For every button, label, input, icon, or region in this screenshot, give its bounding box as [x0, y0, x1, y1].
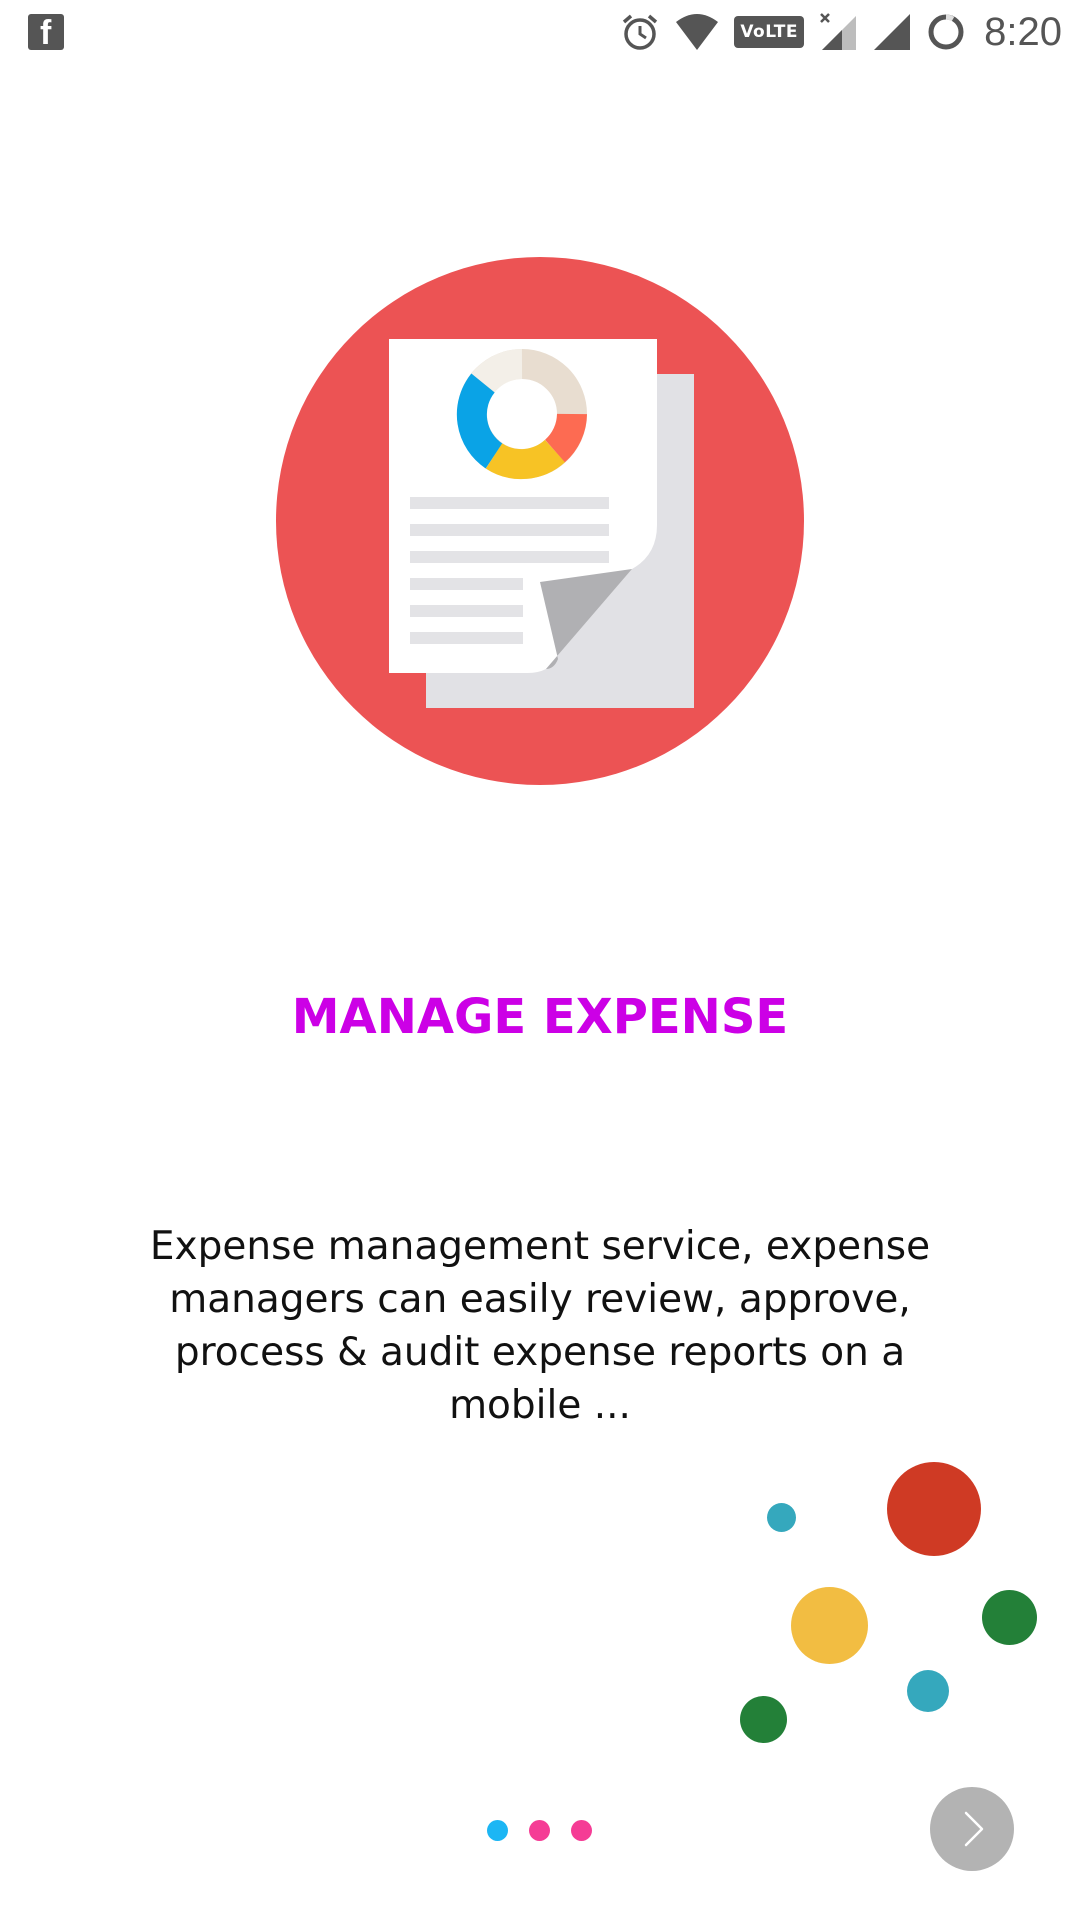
- intro-description: Expense management service, expense mana…: [149, 1224, 931, 1428]
- next-button[interactable]: [930, 1787, 1014, 1871]
- decor-dot-teal: [907, 1670, 949, 1712]
- page-dot-2[interactable]: [529, 1820, 550, 1841]
- volte-icon: VoLTE: [734, 16, 805, 48]
- page-indicator: [487, 1820, 597, 1842]
- alarm-icon: [623, 14, 658, 50]
- page-dot-1[interactable]: [487, 1820, 508, 1841]
- status-icons: VoLTE 8:20: [620, 8, 1062, 56]
- decor-dot-teal-small: [767, 1503, 796, 1532]
- status-bar: f VoLTE 8:20: [0, 0, 1080, 66]
- battery-ring-icon: [928, 14, 964, 50]
- signal-icon: [874, 14, 911, 50]
- page-title: MANAGE EXPENSE: [291, 989, 789, 1045]
- status-time: 8:20: [984, 10, 1062, 54]
- onboarding-screen: f VoLTE 8:20 MANAGE EXPENSE Expense mana…: [0, 0, 1080, 1920]
- signal-no-data-icon: [820, 13, 857, 50]
- decor-dot-yellow: [791, 1587, 868, 1664]
- decor-dot-green-left: [740, 1696, 787, 1743]
- decor-dot-red: [887, 1462, 981, 1556]
- page-dot-3[interactable]: [571, 1820, 592, 1841]
- wifi-icon: [676, 14, 719, 50]
- chevron-right-icon: [964, 1811, 984, 1847]
- decor-dot-green-right: [982, 1590, 1037, 1645]
- facebook-icon: f: [28, 14, 64, 51]
- expense-report-document-icon: [276, 257, 804, 785]
